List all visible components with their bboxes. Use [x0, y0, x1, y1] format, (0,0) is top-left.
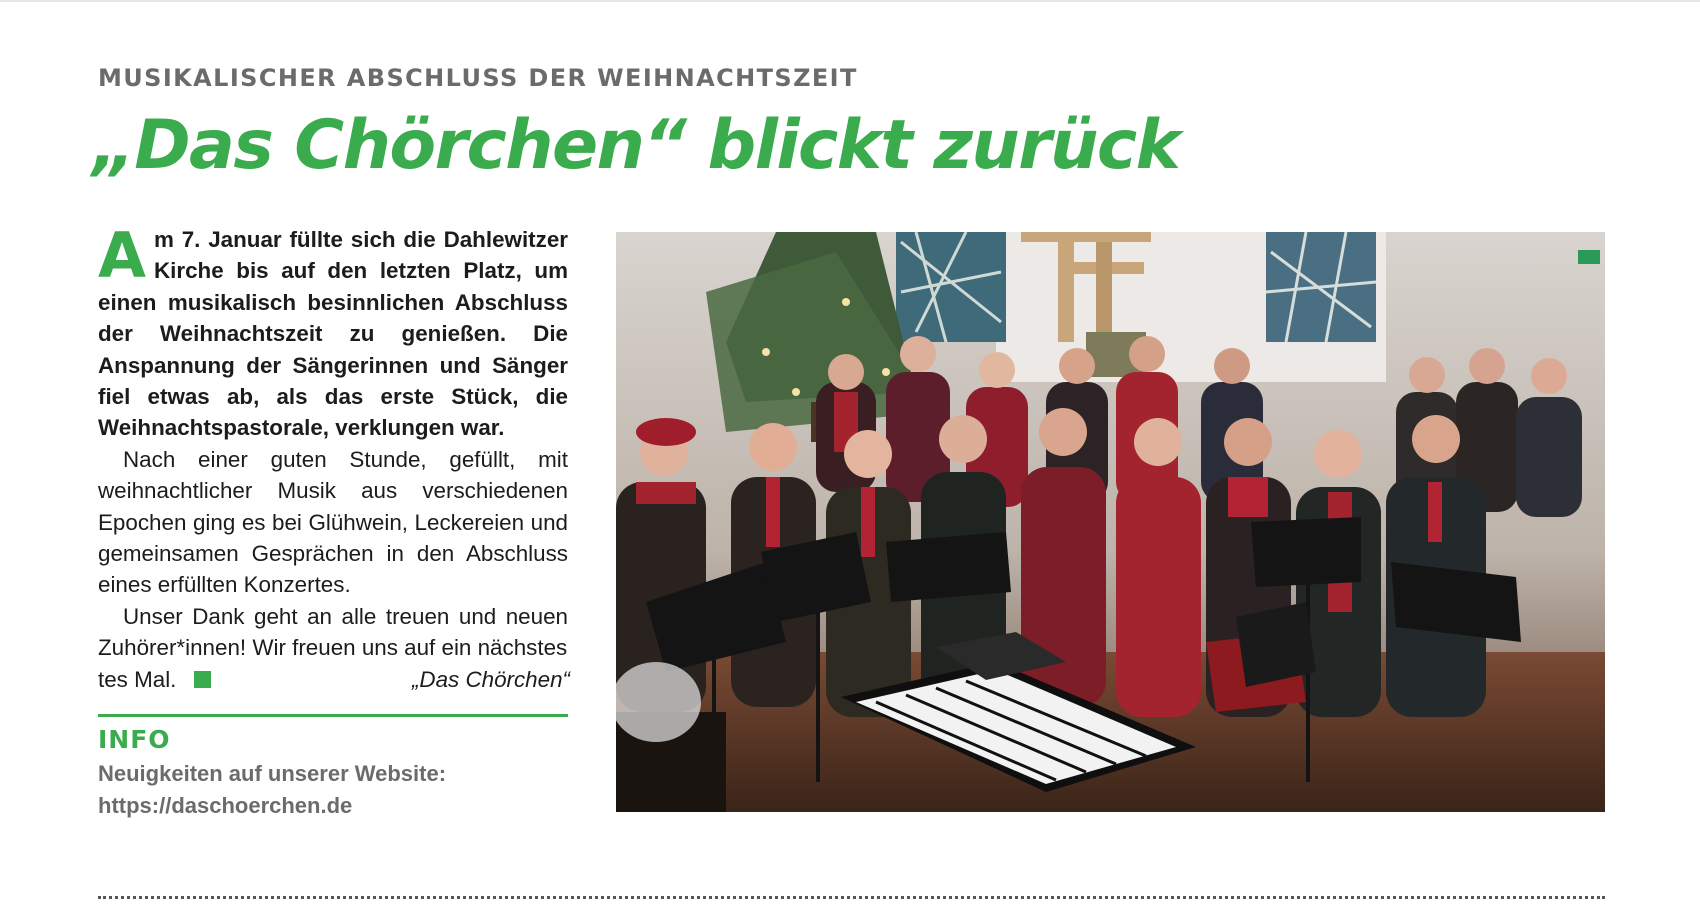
info-line: Neuigkeiten auf unserer Website: — [98, 761, 447, 786]
body-paragraph-3: Unser Dank geht an alle treuen und neuen… — [98, 603, 568, 661]
page-top-edge — [0, 0, 1700, 2]
drop-cap: A — [98, 219, 146, 292]
choir-photo-illustration — [616, 232, 1605, 812]
closing-line: tes Mal. „Das Chörchen“ — [98, 664, 570, 695]
info-url-link[interactable]: https://daschoerchen.de — [98, 790, 568, 822]
lead-text: m 7. Januar füllte sich die Dahlewitzer … — [98, 227, 568, 441]
body-paragraph-2: Nach einer guten Stunde, gefüllt, mit we… — [98, 446, 568, 598]
closing-text: tes Mal. — [98, 666, 177, 692]
info-heading: INFO — [98, 725, 171, 754]
article-signature: „Das Chörchen“ — [411, 666, 570, 692]
lead-paragraph: Am 7. Januar füllte sich die Dahlewitzer… — [98, 224, 568, 444]
end-mark-square-icon — [194, 670, 212, 688]
info-box: Neuigkeiten auf unserer Website: https:/… — [98, 758, 568, 822]
article-kicker: MUSIKALISCHER ABSCHLUSS DER WEIHNACHTSZE… — [98, 64, 858, 92]
choir-photo — [616, 232, 1605, 812]
article-body: Am 7. Januar füllte sich die Dahlewitzer… — [98, 224, 570, 695]
bottom-dotted-rule — [98, 896, 1605, 899]
article-headline: „Das Chörchen“ blickt zurück — [92, 106, 1181, 185]
info-divider — [98, 714, 568, 717]
